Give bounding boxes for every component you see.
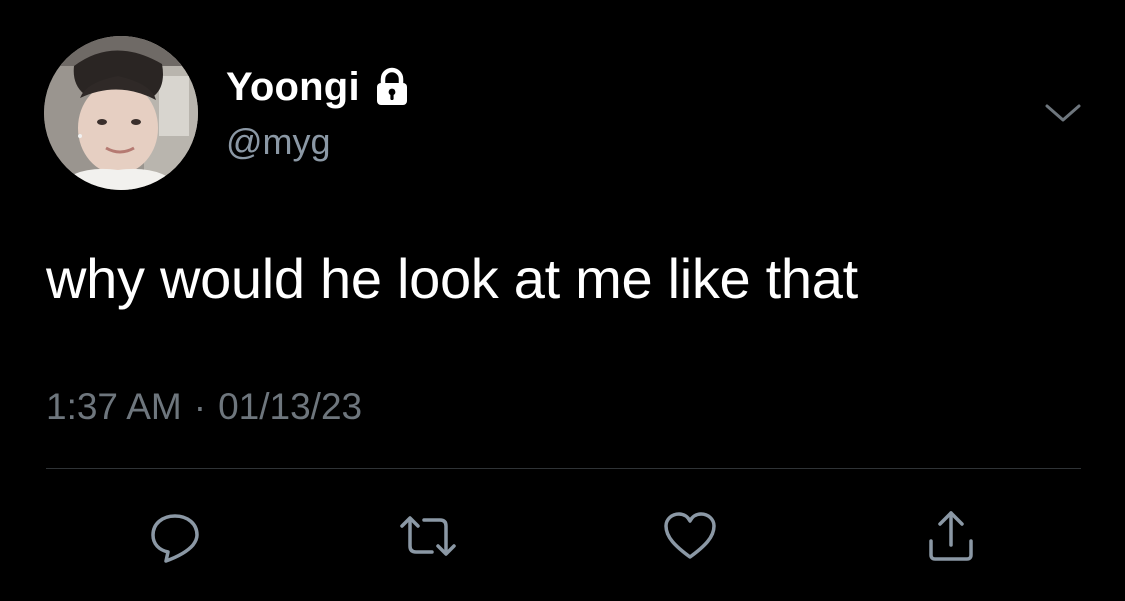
meta-separator: · [193,386,207,427]
lock-icon [372,67,412,107]
avatar[interactable] [44,36,198,190]
author-handle[interactable]: @myg [226,120,331,164]
retweet-icon [396,508,460,564]
share-icon [923,507,979,565]
reply-icon [147,508,203,564]
chevron-down-icon[interactable] [1043,98,1083,128]
tweet-text: why would he look at me like that [46,247,858,310]
author-name-row: Yoongi [226,64,412,110]
share-button[interactable] [921,506,981,566]
like-button[interactable] [660,506,720,566]
tweet-card: Yoongi @myg why would he look at me like… [0,0,1125,601]
display-name[interactable]: Yoongi [226,64,360,110]
retweet-button[interactable] [398,506,458,566]
divider [46,468,1081,469]
tweet-date[interactable]: 01/13/23 [218,386,362,427]
heart-icon [661,509,719,563]
reply-button[interactable] [145,506,205,566]
tweet-time[interactable]: 1:37 AM [46,386,182,427]
tweet-meta: 1:37 AM · 01/13/23 [46,384,362,430]
